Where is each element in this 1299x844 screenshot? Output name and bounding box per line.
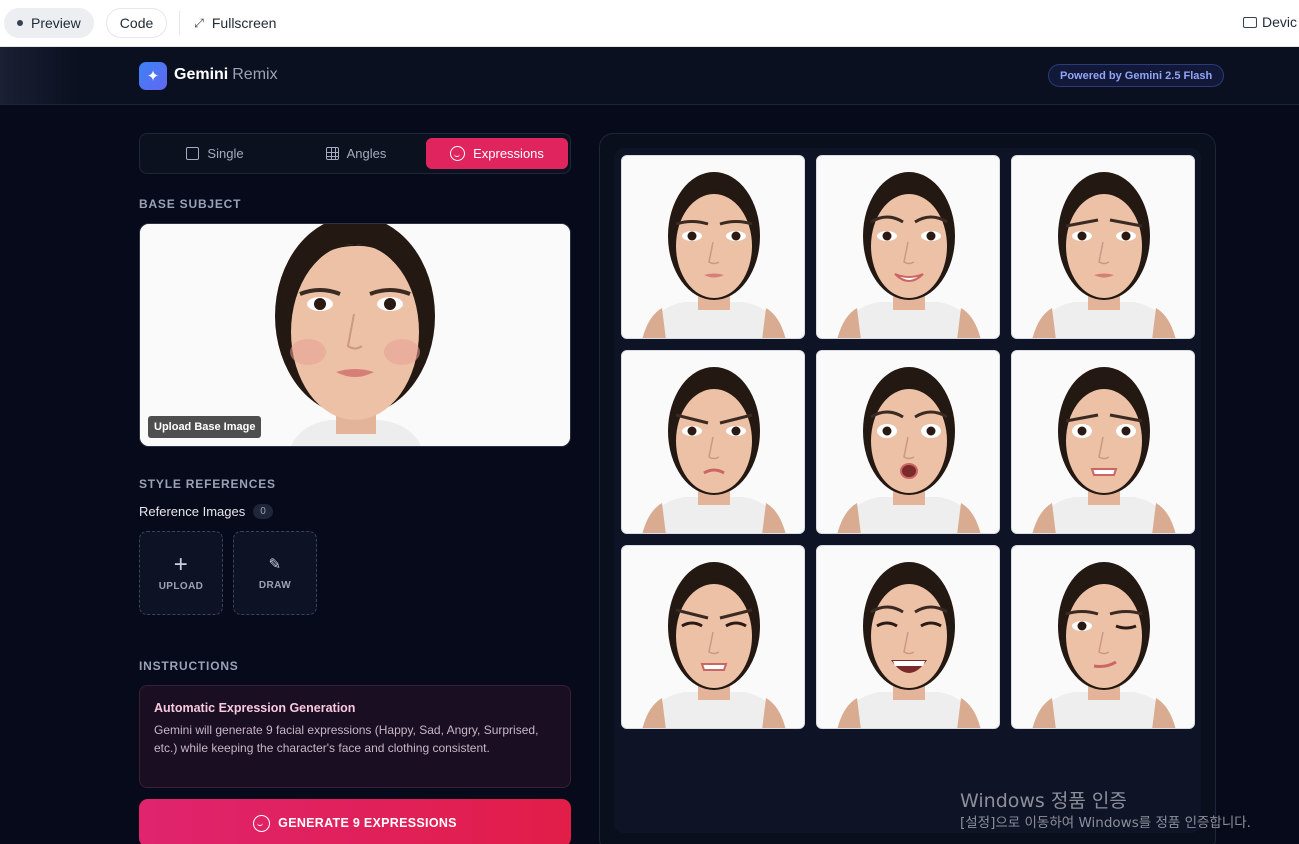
base-subject-heading: BASE SUBJECT [139,197,242,211]
base-portrait-image [140,224,570,446]
square-icon [186,147,200,160]
smile-icon [450,146,466,161]
instructions-box: Automatic Expression Generation Gemini w… [139,685,571,788]
plus-icon: + [173,550,189,578]
app-title: Gemini Remix [174,66,278,84]
tab-single[interactable]: Single [144,138,286,169]
upload-label: UPLOAD [158,580,204,592]
expression-result-image[interactable] [1011,155,1195,339]
preview-label: Preview [31,15,81,31]
brand-sub: Remix [232,66,278,83]
fullscreen-label: Fullscreen [211,15,277,31]
instructions-title: Automatic Expression Generation [154,701,356,715]
dot-icon [17,20,23,26]
expression-result-image[interactable] [1011,545,1195,729]
expression-result-image[interactable] [621,155,805,339]
generate-label: GENERATE 9 EXPRESSIONS [278,816,457,830]
toolbar-divider [179,11,181,35]
fullscreen-button[interactable]: ⤢ Fullscreen [194,15,276,31]
device-label: Devic [1262,14,1298,30]
app-header: ✦ Gemini Remix Powered by Gemini 2.5 Flas… [0,47,1299,105]
expressions-grid [614,148,1201,833]
brand-name: Gemini [174,66,229,83]
results-panel [599,133,1216,844]
expression-result-image[interactable] [621,545,805,729]
reference-images-row: Reference Images 0 [139,504,273,519]
tab-label: Expressions [473,146,544,161]
preview-button[interactable]: Preview [4,8,94,38]
reference-images-label: Reference Images [139,504,246,519]
instructions-text: Gemini will generate 9 facial expression… [154,723,539,755]
grid-icon [325,147,339,160]
smile-icon [253,814,271,832]
powered-by-badge: Powered by Gemini 2.5 Flash [1048,64,1225,87]
activation-watermark-text: [설정]으로 이동하여 Windows를 정품 인증합니다. [960,815,1251,831]
tab-angles[interactable]: Angles [285,138,427,169]
expression-result-image[interactable] [621,350,805,534]
device-button[interactable]: Devic [1243,14,1297,30]
expression-result-image[interactable] [816,545,1000,729]
tab-expressions[interactable]: Expressions [426,138,568,169]
tab-label: Single [207,146,244,161]
upload-base-image-label[interactable]: Upload Base Image [148,416,262,438]
upload-reference-button[interactable]: + UPLOAD [139,531,223,615]
draw-reference-button[interactable]: ✎ DRAW [233,531,317,615]
activation-watermark-title: Windows 정품 인증 [960,790,1127,812]
generate-expressions-button[interactable]: GENERATE 9 EXPRESSIONS [139,799,571,844]
code-button[interactable]: Code [105,8,168,38]
pen-icon: ✎ [268,556,282,573]
device-icon [1243,16,1257,28]
expand-icon: ⤢ [194,15,204,30]
preview-toolbar: Preview Code ⤢ Fullscreen Devic [0,0,1299,47]
mode-tabs: Single Angles Expressions [139,133,571,174]
draw-label: DRAW [258,580,292,591]
expression-result-image[interactable] [1011,350,1195,534]
style-references-heading: STYLE REFERENCES [139,477,276,491]
base-image-dropzone[interactable]: Upload Base Image [139,223,571,447]
expression-result-image[interactable] [816,350,1000,534]
instructions-heading: INSTRUCTIONS [139,659,239,673]
sparkle-icon: ✦ [139,62,167,90]
expression-result-image[interactable] [816,155,1000,339]
reference-count-badge: 0 [253,504,273,519]
tab-label: Angles [346,146,387,161]
